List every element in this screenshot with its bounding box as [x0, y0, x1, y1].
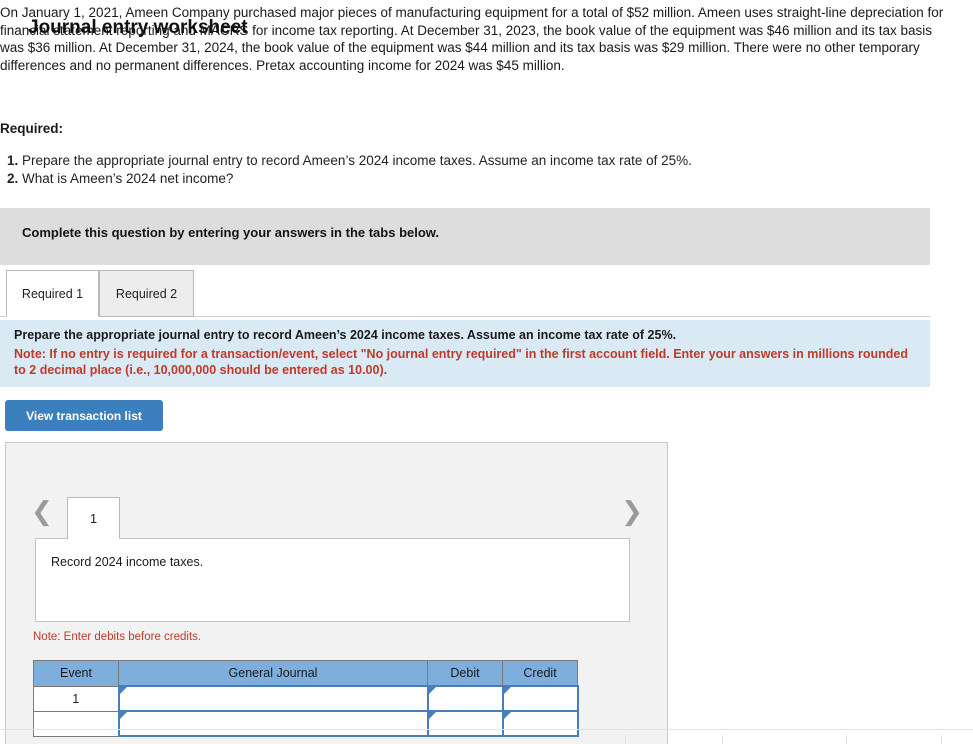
tab-required-2[interactable]: Required 2	[99, 270, 194, 317]
row-1-credit-input[interactable]	[501, 685, 579, 712]
bottom-grid-line	[625, 735, 626, 744]
required-list: 1. Prepare the appropriate journal entry…	[0, 152, 930, 188]
debits-before-credits-note: Note: Enter debits before credits.	[33, 631, 202, 643]
tab-required-2-label: Required 2	[115, 286, 178, 301]
row-2-general-journal-input[interactable]	[117, 710, 429, 737]
column-header-event: Event	[33, 660, 119, 687]
required-item-2: 2. What is Ameen’s 2024 net income?	[0, 170, 930, 188]
view-transaction-list-button[interactable]: View transaction list	[5, 400, 163, 431]
required-item-2-label: What is Ameen’s 2024 net income?	[22, 171, 234, 186]
table-row	[33, 710, 579, 737]
worksheet-description-box: Record 2024 income taxes.	[35, 538, 630, 622]
tab-required-1[interactable]: Required 1	[6, 270, 99, 317]
row-1-event-cell: 1	[33, 685, 119, 712]
column-header-general-journal: General Journal	[118, 660, 428, 687]
worksheet-page-tab-1-label: 1	[89, 511, 98, 526]
required-item-1-label: Prepare the appropriate journal entry to…	[22, 153, 692, 168]
chevron-left-icon[interactable]: ❮	[30, 498, 54, 528]
worksheet-description-text: Record 2024 income taxes.	[51, 555, 204, 569]
info-panel-note: Note: If no entry is required for a tran…	[14, 347, 908, 377]
row-2-credit-input[interactable]	[501, 710, 579, 737]
required-item-1: 1. Prepare the appropriate journal entry…	[0, 152, 930, 170]
bottom-grid-line	[846, 735, 847, 744]
required-heading: Required:	[0, 121, 64, 136]
problem-statement: On January 1, 2021, Ameen Company purcha…	[0, 5, 944, 73]
required-item-1-number: 1.	[7, 153, 19, 168]
instruction-bar: Complete this question by entering your …	[0, 208, 930, 265]
table-header-row: Event General Journal Debit Credit	[33, 660, 578, 687]
instruction-bar-label: Complete this question by entering your …	[22, 225, 440, 240]
worksheet-title: Journal entry worksheet	[28, 17, 248, 38]
bottom-grid-line	[941, 735, 942, 744]
row-2-event-cell	[33, 710, 119, 737]
table-row: 1	[33, 685, 579, 712]
required-item-2-number: 2.	[7, 171, 19, 186]
requirement-tabs: Required 1 Required 2	[0, 270, 930, 318]
journal-entry-table: Event General Journal Debit Credit 1	[33, 660, 579, 737]
bottom-grid-line	[722, 735, 723, 744]
row-1-general-journal-input[interactable]	[117, 685, 429, 712]
chevron-right-icon[interactable]: ❯	[620, 498, 644, 528]
worksheet-page-tab-1[interactable]: 1	[67, 497, 120, 539]
info-panel-prompt: Prepare the appropriate journal entry to…	[14, 328, 677, 342]
tab-required-1-label: Required 1	[21, 286, 84, 301]
column-header-debit: Debit	[427, 660, 503, 687]
info-panel: Prepare the appropriate journal entry to…	[0, 320, 930, 387]
row-2-debit-input[interactable]	[426, 710, 504, 737]
column-header-credit: Credit	[502, 660, 578, 687]
row-1-debit-input[interactable]	[426, 685, 504, 712]
page-bottom-divider	[0, 729, 973, 730]
